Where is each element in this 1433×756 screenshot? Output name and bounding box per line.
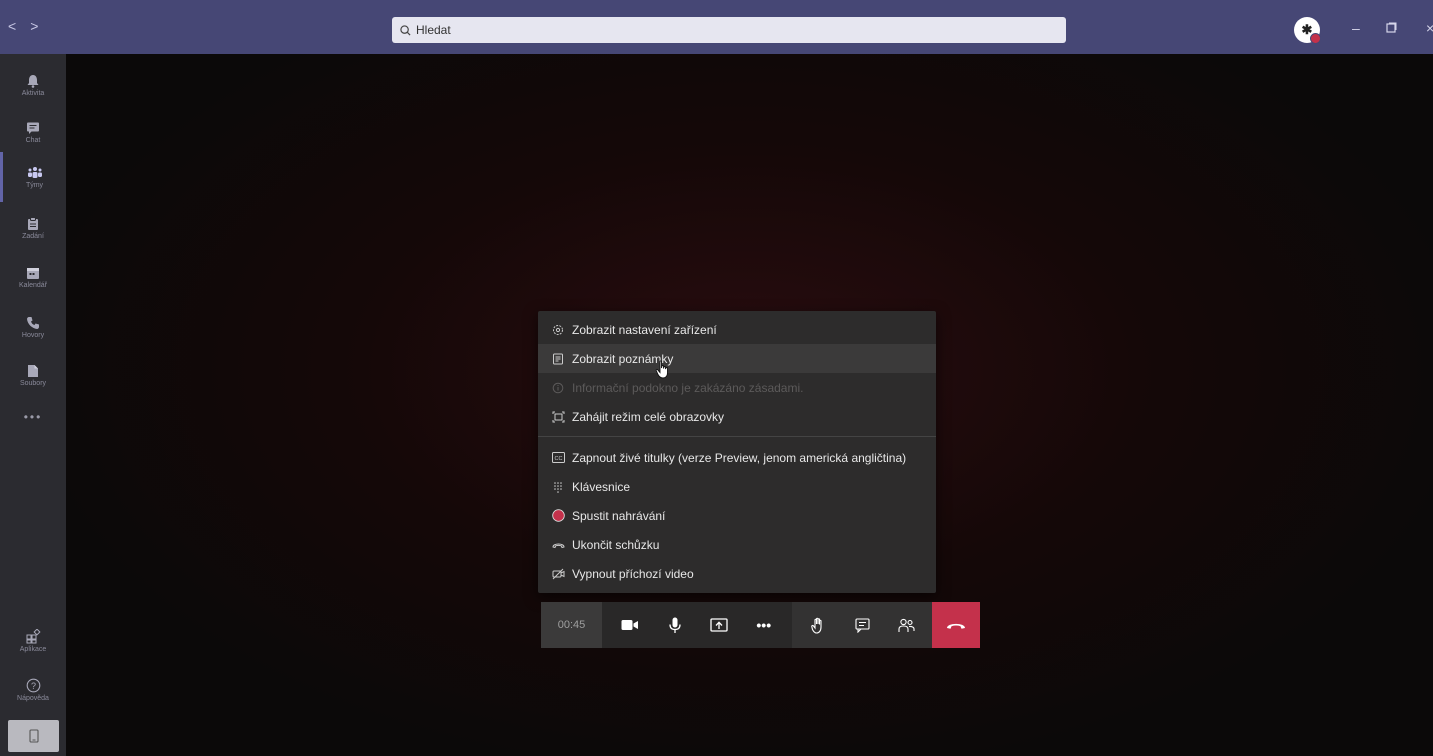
rail-item-label: Aplikace: [19, 646, 47, 653]
apps-icon: [26, 629, 41, 644]
call-controls-group: •••: [602, 602, 792, 648]
fullscreen-icon: [551, 410, 565, 424]
menu-item-label: Ukončit schůzku: [572, 537, 660, 552]
rail-item-files[interactable]: Soubory: [0, 350, 66, 400]
search-placeholder: Hledat: [416, 23, 451, 37]
menu-item-label: Zobrazit nastavení zařízení: [572, 322, 717, 337]
rail-item-apps[interactable]: Aplikace: [0, 616, 66, 666]
menu-item-device-settings[interactable]: Zobrazit nastavení zařízení: [538, 315, 936, 344]
calendar-icon: [27, 267, 39, 279]
rail-item-label: Zadání: [22, 232, 44, 240]
camera-icon: [621, 620, 639, 630]
nav-arrows: < >: [8, 18, 38, 34]
forward-button[interactable]: >: [30, 18, 38, 34]
rail-item-assignments[interactable]: Zadání: [0, 203, 66, 253]
menu-item-live-captions[interactable]: CC Zapnout živé titulky (verze Preview, …: [538, 443, 936, 472]
menu-item-show-notes[interactable]: Zobrazit poznámky: [538, 344, 936, 373]
hang-up-icon: [947, 623, 965, 629]
raise-hand-button[interactable]: [804, 611, 832, 639]
more-actions-button[interactable]: •••: [750, 611, 778, 639]
menu-item-label: Klávesnice: [572, 479, 631, 494]
chat-icon: [27, 122, 39, 134]
search-input[interactable]: Hledat: [392, 17, 1066, 43]
rail-item-label: Týmy: [25, 181, 44, 189]
captions-icon: CC: [551, 451, 565, 465]
files-icon: [28, 364, 38, 377]
rail-item-teams[interactable]: Týmy: [0, 152, 66, 202]
presence-busy-icon: [1310, 33, 1321, 44]
record-icon: [551, 509, 565, 523]
microphone-icon: [669, 617, 681, 633]
title-bar: < > Hledat ✱ – ×: [0, 0, 1433, 54]
menu-item-label: Spustit nahrávání: [572, 508, 666, 523]
mobile-device-icon: [28, 729, 39, 743]
bell-icon: [27, 74, 39, 88]
info-icon: [551, 381, 565, 395]
svg-text:?: ?: [30, 681, 35, 691]
participants-icon: [897, 618, 915, 632]
menu-item-info-pane: Informační podokno je zakázáno zásadami.: [538, 373, 936, 402]
rail-item-label: Hovory: [21, 331, 45, 339]
call-timer: 00:45: [541, 602, 602, 648]
menu-item-label: Zapnout živé titulky (verze Preview, jen…: [572, 450, 907, 465]
rail-item-chat[interactable]: Chat: [0, 107, 66, 157]
rail-item-label: Chat: [25, 136, 41, 144]
participants-button[interactable]: [892, 611, 920, 639]
more-apps-button[interactable]: •••: [0, 410, 66, 424]
microphone-button[interactable]: [661, 611, 689, 639]
rail-item-label: Nápověda: [17, 695, 49, 702]
help-icon: ?: [26, 678, 40, 693]
rail-item-calls[interactable]: Hovory: [0, 302, 66, 352]
settings-icon: [551, 323, 565, 337]
raise-hand-icon: [810, 617, 822, 634]
phone-icon: [27, 316, 39, 329]
menu-item-label: Informační podokno je zakázáno zásadami.: [572, 380, 804, 395]
avatar[interactable]: ✱: [1294, 17, 1321, 44]
app-rail: Aktivita Chat Týmy Zadání Kalendář Hovor…: [0, 54, 66, 756]
menu-item-label: Zahájit režim celé obrazovky: [572, 409, 725, 424]
teams-icon: [27, 166, 42, 178]
rail-item-help[interactable]: ? Nápověda: [0, 665, 66, 715]
notes-icon: [551, 352, 565, 366]
device-button[interactable]: [8, 720, 59, 752]
keypad-icon: [551, 480, 565, 494]
search-icon: [400, 24, 411, 36]
rail-item-calendar[interactable]: Kalendář: [0, 252, 66, 302]
chat-button[interactable]: [848, 611, 876, 639]
svg-text:CC: CC: [554, 456, 562, 462]
maximize-icon[interactable]: [1386, 20, 1397, 36]
menu-item-keypad[interactable]: Klávesnice: [538, 472, 936, 501]
menu-item-end-meeting[interactable]: Ukončit schůzku: [538, 530, 936, 559]
minimize-icon[interactable]: –: [1352, 20, 1360, 36]
menu-item-label: Vypnout příchozí video: [572, 566, 694, 581]
hang-up-button[interactable]: [932, 602, 980, 648]
rail-item-label: Soubory: [19, 379, 47, 387]
hand-cursor-icon: [655, 360, 671, 385]
end-meeting-icon: [551, 538, 565, 552]
back-button[interactable]: <: [8, 18, 16, 34]
camera-button[interactable]: [616, 611, 644, 639]
video-off-icon: [551, 567, 565, 581]
share-screen-icon: [710, 617, 728, 632]
rail-item-activity[interactable]: Aktivita: [0, 60, 66, 110]
menu-item-start-recording[interactable]: Spustit nahrávání: [538, 501, 936, 530]
call-controls-bar: 00:45 •••: [541, 602, 980, 648]
menu-divider: [538, 436, 936, 437]
meeting-tools-group: [792, 602, 932, 648]
chat-icon: [854, 617, 870, 633]
rail-item-label: Kalendář: [18, 281, 48, 289]
share-screen-button[interactable]: [705, 611, 733, 639]
more-actions-menu: Zobrazit nastavení zařízení Zobrazit poz…: [538, 311, 936, 593]
close-icon[interactable]: ×: [1426, 20, 1433, 36]
rail-item-label: Aktivita: [21, 89, 45, 97]
menu-item-fullscreen[interactable]: Zahájit režim celé obrazovky: [538, 402, 936, 431]
menu-item-turn-off-incoming-video[interactable]: Vypnout příchozí video: [538, 559, 936, 588]
assignments-icon: [28, 216, 38, 230]
